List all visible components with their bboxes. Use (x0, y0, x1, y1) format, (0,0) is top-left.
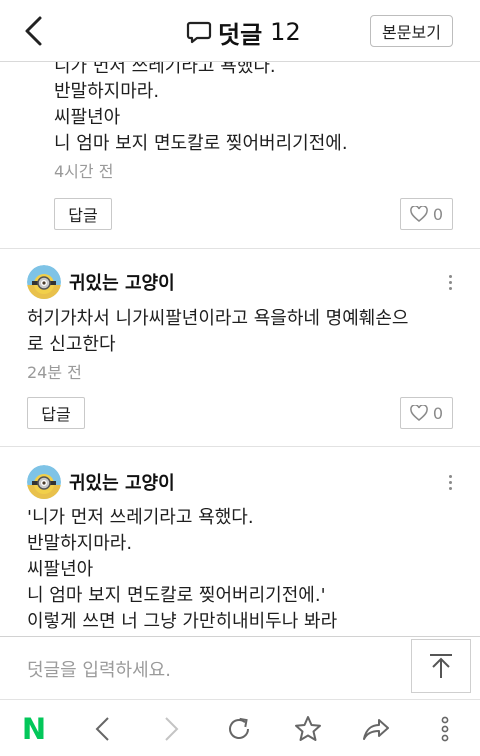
like-button[interactable]: 0 (400, 397, 453, 429)
author-name[interactable]: 귀있는 고양이 (69, 269, 175, 295)
more-options-button[interactable] (440, 269, 460, 295)
vertical-dots-icon (441, 716, 449, 742)
naver-logo-icon: N (21, 712, 47, 746)
refresh-icon (229, 717, 249, 739)
comment-text-line: 반말하지마라. (54, 81, 160, 102)
comment-input[interactable]: 덧글을 입력하세요. (27, 656, 171, 682)
page-title-text: 덧글 (218, 20, 263, 49)
comment-text-line: 반말하지마라. (27, 533, 133, 554)
comment-input-bar: 덧글을 입력하세요. (0, 636, 480, 698)
comment-text-line: 씨팔년아 (54, 107, 121, 128)
comment-timestamp: 24분 전 (27, 363, 82, 382)
comment-text-line: 로 신고한다 (27, 334, 116, 355)
comment-item: 니가 먼저 쓰레기라고 욕했다. 반말하지마라. 씨팔년아 니 엄마 보지 면도… (0, 62, 480, 248)
share-arrow-icon (363, 719, 389, 740)
reply-button[interactable]: 답글 (54, 198, 112, 230)
avatar[interactable] (27, 265, 61, 299)
minion-avatar-icon (27, 265, 61, 299)
like-count: 0 (432, 403, 444, 423)
comment-bubble-icon (186, 21, 212, 44)
reply-button[interactable]: 답글 (27, 397, 85, 429)
heart-icon (410, 405, 428, 421)
more-options-button[interactable] (440, 469, 460, 495)
page-title: 덧글 12 (186, 16, 301, 49)
arrow-up-to-top-icon (430, 654, 452, 678)
bookmark-button[interactable] (293, 714, 323, 744)
like-button[interactable]: 0 (400, 198, 453, 230)
comment-text-line: 이렇게 쓰면 너 그냥 가만히내비두나 봐라 (27, 611, 338, 632)
back-button[interactable] (18, 14, 52, 48)
comment-author: 귀있는 고양이 (27, 464, 175, 500)
star-icon (295, 716, 321, 741)
comment-item: 귀있는 고양이 '니가 먼저 쓰레기라고 욕했다. 반말하지마라. 씨팔년아 니… (0, 447, 480, 636)
browser-back-button[interactable] (88, 714, 118, 744)
comment-text-line: '니가 먼저 쓰레기라고 욕했다. (27, 507, 254, 528)
comment-count: 12 (270, 18, 301, 46)
comment-timestamp: 4시간 전 (54, 162, 114, 181)
chevron-left-icon (25, 16, 42, 46)
view-body-button[interactable]: 본문보기 (370, 15, 453, 47)
minion-avatar-icon (27, 465, 61, 499)
comments-header: 덧글 12 본문보기 (0, 0, 480, 62)
chevron-right-icon (165, 717, 179, 741)
author-name[interactable]: 귀있는 고양이 (69, 469, 175, 495)
comment-text-line: 니 엄마 보지 면도칼로 찢어버리기전에. (54, 133, 348, 154)
comment-text-line: 니 엄마 보지 면도칼로 찢어버리기전에.' (27, 585, 326, 606)
comment-text-line: 허기가차서 니가씨팔년이라고 욕을하네 명예훼손으 (27, 308, 409, 329)
heart-icon (410, 206, 428, 222)
share-button[interactable] (361, 714, 391, 744)
comment-author: 귀있는 고양이 (27, 264, 175, 300)
comment-text-line: 씨팔년아 (27, 559, 94, 580)
naver-home-button[interactable]: N (19, 714, 49, 744)
comment-list[interactable]: 니가 먼저 쓰레기라고 욕했다. 반말하지마라. 씨팔년아 니 엄마 보지 면도… (0, 62, 480, 636)
scroll-to-top-button[interactable] (411, 639, 471, 693)
chevron-left-icon (95, 717, 109, 741)
avatar[interactable] (27, 465, 61, 499)
more-menu-button[interactable] (430, 714, 460, 744)
refresh-button[interactable] (224, 714, 254, 744)
like-count: 0 (432, 204, 444, 224)
comment-text-line: 니가 먼저 쓰레기라고 욕했다. (54, 62, 276, 77)
browser-forward-button[interactable] (156, 714, 186, 744)
browser-toolbar: N (0, 699, 480, 756)
comment-item: 귀있는 고양이 허기가차서 니가씨팔년이라고 욕을하네 명예훼손으 로 신고한다… (0, 249, 480, 446)
